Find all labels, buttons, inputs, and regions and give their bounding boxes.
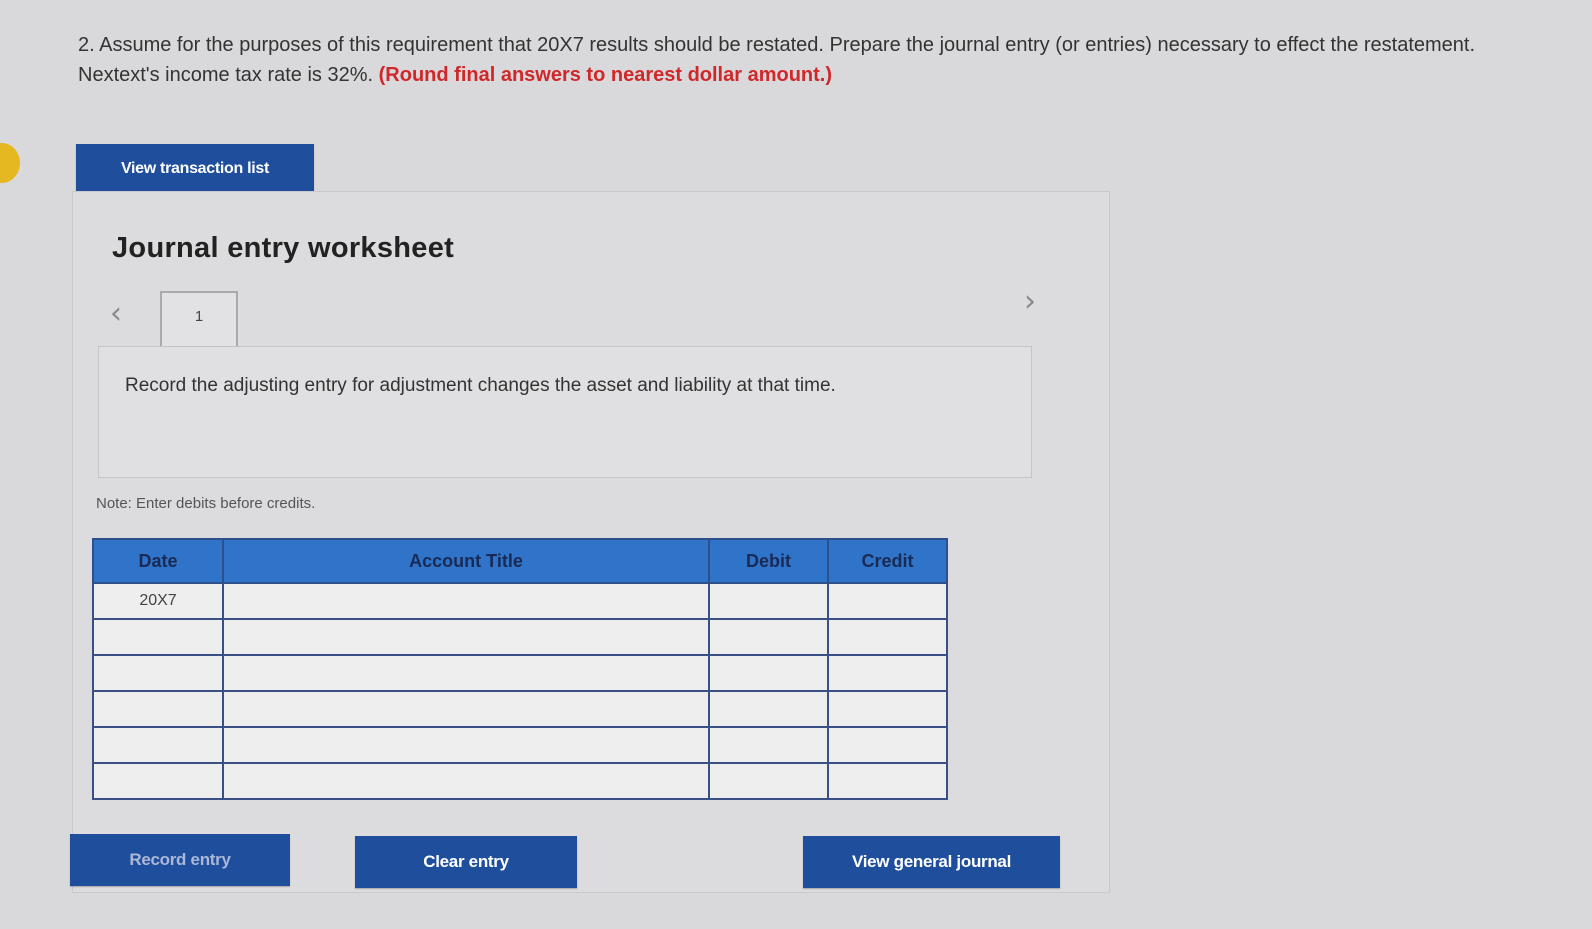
header-credit: Credit (827, 538, 948, 584)
credit-input[interactable] (827, 654, 948, 692)
table-row (92, 690, 948, 728)
credit-input[interactable] (827, 762, 948, 800)
tab-1[interactable]: 1 (160, 291, 238, 353)
note-text: Note: Enter debits before credits. (96, 495, 316, 512)
credit-input[interactable] (827, 582, 948, 620)
debit-input[interactable] (708, 618, 829, 656)
account-title-dropdown[interactable] (222, 762, 710, 800)
header-account-title: Account Title (222, 538, 710, 584)
table-row (92, 618, 948, 656)
worksheet-title: Journal entry worksheet (112, 232, 455, 264)
table-row: 20X7 (92, 582, 948, 620)
debit-input[interactable] (708, 726, 829, 764)
table-header-row: Date Account Title Debit Credit (92, 538, 948, 584)
table-row (92, 726, 948, 764)
side-indicator (0, 143, 20, 183)
date-cell (92, 618, 224, 656)
debit-input[interactable] (708, 582, 829, 620)
date-cell (92, 762, 224, 800)
debit-input[interactable] (708, 690, 829, 728)
header-debit: Debit (708, 538, 829, 584)
question-text: 2. Assume for the purposes of this requi… (78, 30, 1518, 90)
credit-input[interactable] (827, 618, 948, 656)
account-title-dropdown[interactable] (222, 690, 710, 728)
date-cell: 20X7 (92, 582, 224, 620)
date-cell (92, 654, 224, 692)
record-entry-button[interactable]: Record entry (70, 834, 290, 886)
credit-input[interactable] (827, 690, 948, 728)
date-cell (92, 690, 224, 728)
view-transaction-list-button[interactable]: View transaction list (76, 144, 314, 194)
clear-entry-button[interactable]: Clear entry (355, 836, 577, 888)
account-title-dropdown[interactable] (222, 582, 710, 620)
chevron-left-icon[interactable]: ‹ (110, 296, 122, 331)
instruction-text: Record the adjusting entry for adjustmen… (125, 375, 836, 396)
instruction-box: Record the adjusting entry for adjustmen… (98, 346, 1032, 478)
journal-table: Date Account Title Debit Credit 20X7 (92, 538, 948, 800)
view-general-journal-button[interactable]: View general journal (803, 836, 1060, 888)
date-cell (92, 726, 224, 764)
account-title-dropdown[interactable] (222, 726, 710, 764)
credit-input[interactable] (827, 726, 948, 764)
header-date: Date (92, 538, 224, 584)
debit-input[interactable] (708, 762, 829, 800)
account-title-dropdown[interactable] (222, 654, 710, 692)
debit-input[interactable] (708, 654, 829, 692)
chevron-right-icon[interactable]: › (1024, 284, 1036, 319)
table-row (92, 762, 948, 800)
account-title-dropdown[interactable] (222, 618, 710, 656)
rounding-instruction: (Round final answers to nearest dollar a… (378, 64, 833, 86)
table-row (92, 654, 948, 692)
